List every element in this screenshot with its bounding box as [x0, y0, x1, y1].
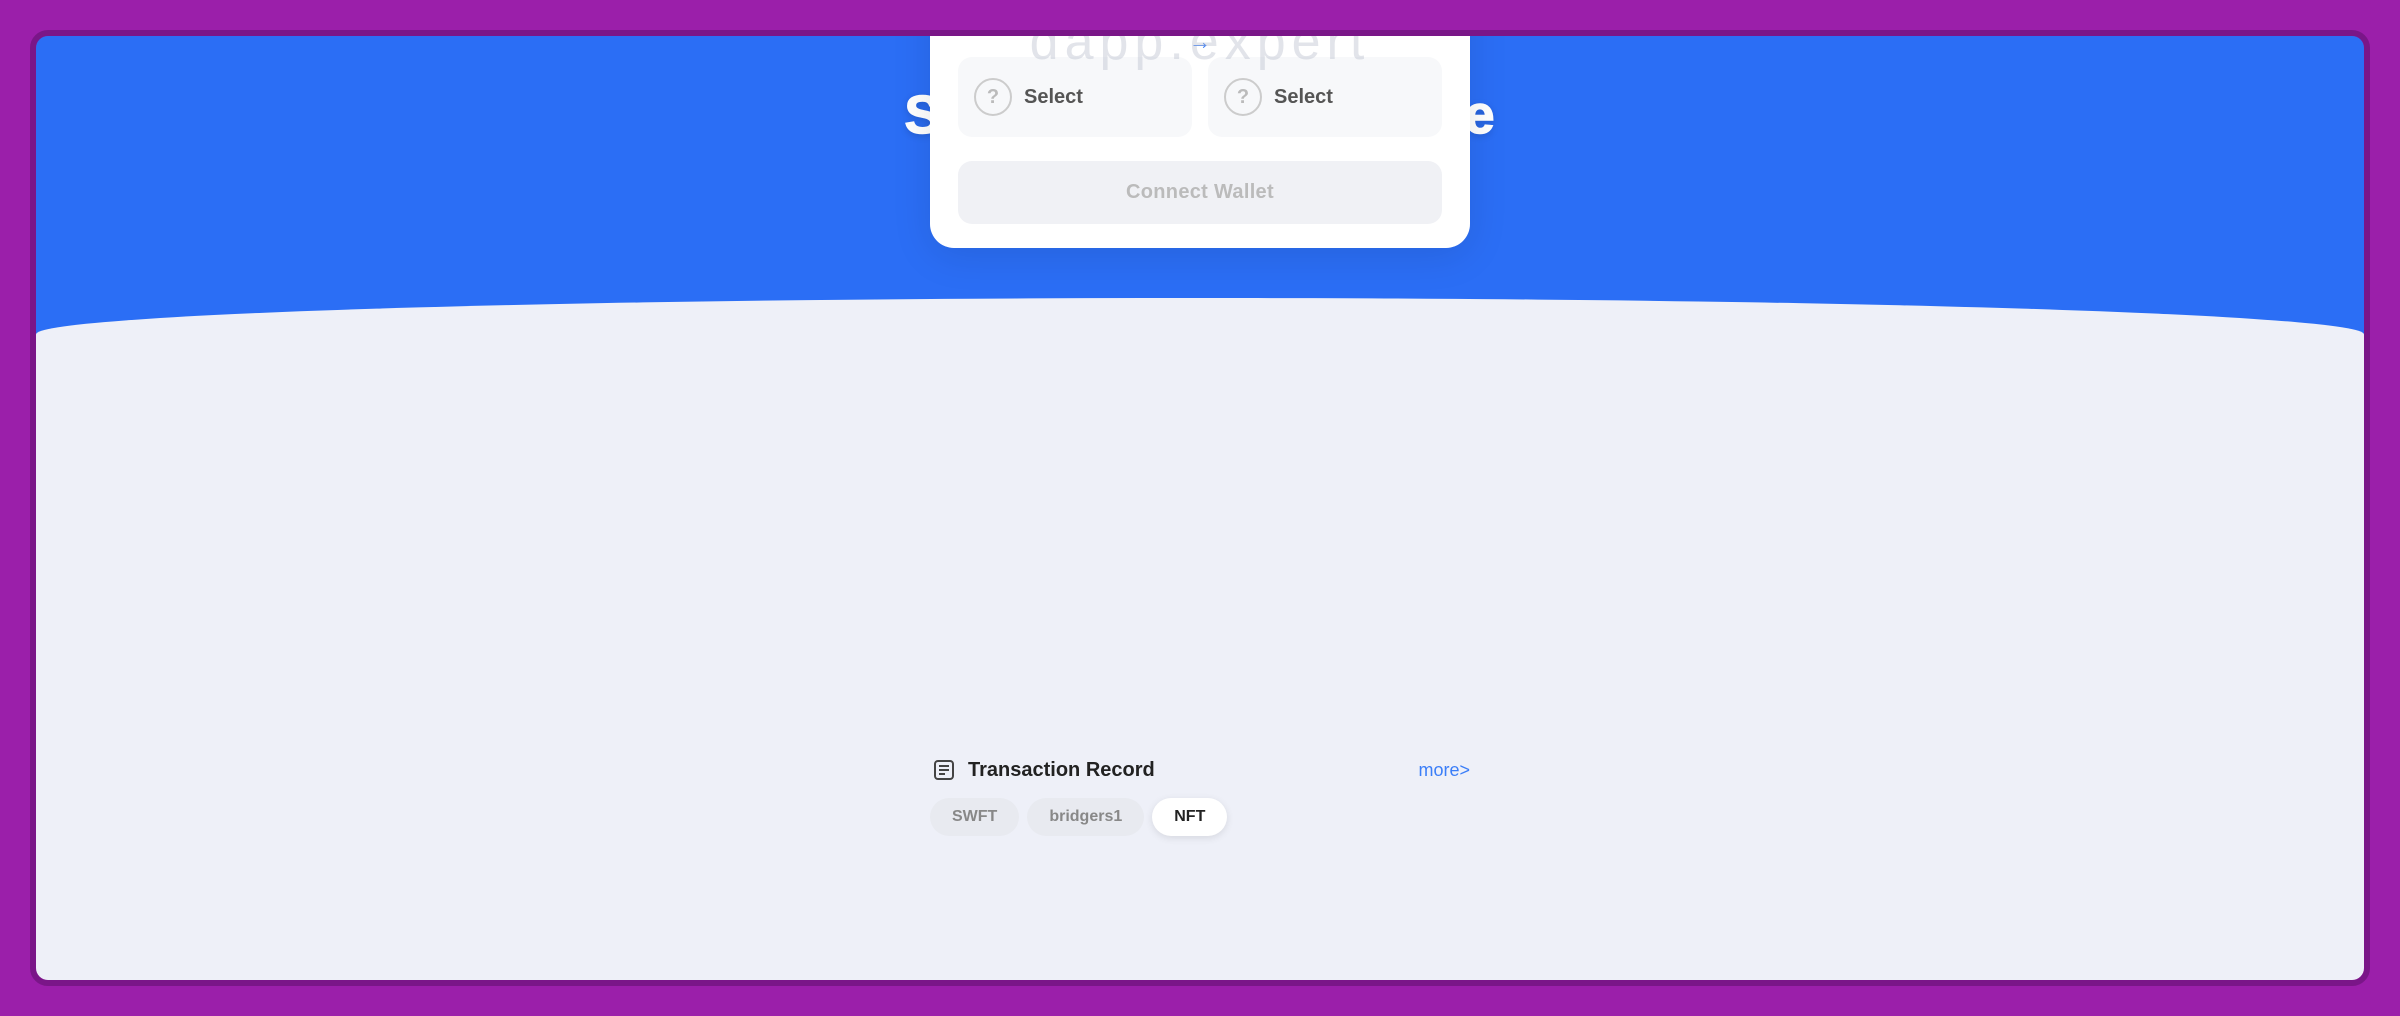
- app-frame: SWFT AllChain Bridge Simpler • Faster • …: [30, 30, 2370, 986]
- from-to-section: From ⊟ To ⊟ → ?: [930, 30, 1470, 145]
- swap-arrow-icon: →: [1189, 30, 1211, 55]
- to-select-box[interactable]: ? Select: [1208, 57, 1442, 137]
- from-to-selects: ? Select ? Select: [958, 57, 1442, 137]
- more-link[interactable]: more>: [1418, 760, 1470, 781]
- transaction-header: Transaction Record more>: [930, 756, 1470, 784]
- from-select-box[interactable]: ? Select: [958, 57, 1192, 137]
- from-question-icon: ?: [974, 78, 1012, 116]
- hero-section: SWFT AllChain Bridge Simpler • Faster • …: [36, 36, 2364, 396]
- bottom-section: Transaction Record more> SWFT bridgers1 …: [36, 396, 2364, 980]
- connect-wallet-button[interactable]: Connect Wallet: [958, 161, 1442, 224]
- record-tabs: SWFT bridgers1 NFT: [930, 798, 1470, 836]
- transaction-section: Transaction Record more> SWFT bridgers1 …: [930, 756, 1470, 836]
- transaction-record-icon: [930, 756, 958, 784]
- record-tab-bridgers1[interactable]: bridgers1: [1027, 798, 1144, 836]
- main-card: dapp.expert SWAP NFT NEW Buy Sell: [930, 30, 1470, 248]
- transaction-title: Transaction Record: [930, 756, 1155, 784]
- record-tab-swft[interactable]: SWFT: [930, 798, 1019, 836]
- to-question-icon: ?: [1224, 78, 1262, 116]
- record-tab-nft[interactable]: NFT: [1152, 798, 1227, 836]
- from-select-label: Select: [1024, 86, 1083, 109]
- to-select-label: Select: [1274, 86, 1333, 109]
